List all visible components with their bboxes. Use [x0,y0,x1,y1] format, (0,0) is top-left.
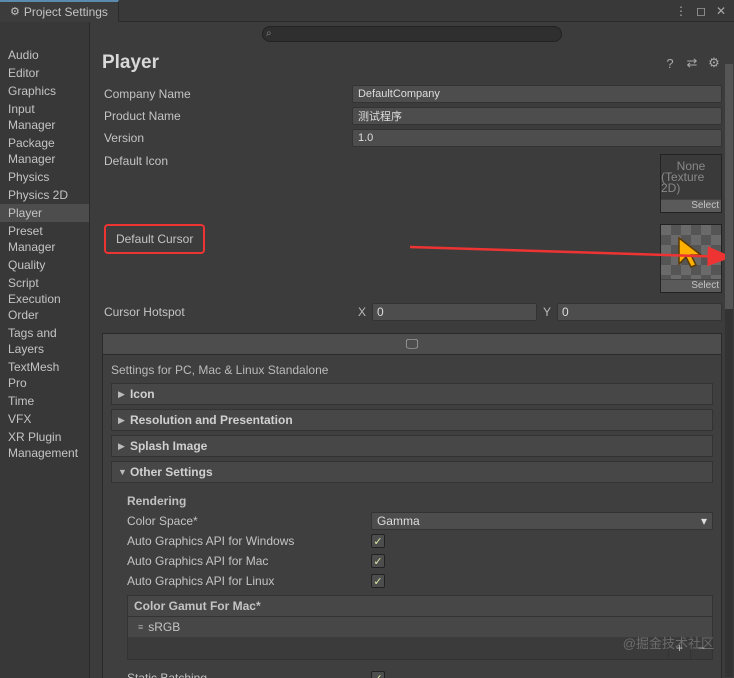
default-cursor-label: Default Cursor [104,224,205,254]
drag-handle-icon[interactable]: ≡ [138,624,142,630]
close-icon[interactable]: ✕ [714,4,728,18]
help-icon[interactable]: ? [662,55,678,71]
sidebar-item-player[interactable]: Player [0,204,89,222]
platform-tabbar[interactable]: 🖵 [102,333,722,355]
sidebar-item-physics-2d[interactable]: Physics 2D [0,186,89,204]
y-label: Y [543,305,551,319]
chevron-right-icon: ▶ [118,389,128,400]
panel-header: Player ? ⇄ ⚙ [90,46,734,84]
color-space-label: Color Space* [127,514,371,528]
sidebar-item-preset-manager[interactable]: Preset Manager [0,222,89,256]
x-label: X [358,305,366,319]
sidebar-item-vfx[interactable]: VFX [0,410,89,428]
search-input[interactable] [262,26,562,42]
default-cursor-select[interactable]: Select [661,279,721,292]
company-name-input[interactable] [352,85,722,103]
hotspot-y-input[interactable] [557,303,722,321]
default-icon-select[interactable]: Select [661,199,721,212]
platform-settings-title: Settings for PC, Mac & Linux Standalone [111,361,713,383]
page-title: Player [102,52,159,74]
search-icon: ⌕ [266,28,272,39]
sidebar-item-package-manager[interactable]: Package Manager [0,134,89,168]
foldout-icon[interactable]: ▶ Icon [111,383,713,405]
hotspot-x-input[interactable] [372,303,537,321]
sidebar-item-graphics[interactable]: Graphics [0,82,89,100]
default-icon-slot[interactable]: None (Texture 2D) Select [660,154,722,213]
gear-icon: ⚙ [10,5,20,18]
sidebar-item-time[interactable]: Time [0,392,89,410]
foldout-other[interactable]: ▼ Other Settings [111,461,713,483]
auto-api-linux-label: Auto Graphics API for Linux [127,574,371,588]
version-input[interactable] [352,129,722,147]
type-text: (Texture 2D) [661,172,721,194]
cursor-hotspot-label: Cursor Hotspot [102,305,352,319]
rendering-heading: Rendering [127,494,713,508]
auto-api-linux-checkbox[interactable]: ✓ [371,574,385,588]
main-panel: ⌕ Player ? ⇄ ⚙ Company Name Product Name [90,22,734,678]
default-icon-label: Default Icon [102,154,352,168]
settings-icon[interactable]: ⚙ [706,55,722,71]
sidebar-item-quality[interactable]: Quality [0,256,89,274]
sidebar-item-tags-and-layers[interactable]: Tags and Layers [0,324,89,358]
sidebar: AudioEditorGraphicsInput ManagerPackage … [0,22,90,678]
auto-api-mac-label: Auto Graphics API for Mac [127,554,371,568]
cursor-arrow-icon [673,234,709,270]
version-label: Version [102,131,352,145]
menu-icon[interactable]: ⋮ [674,4,688,18]
chevron-down-icon: ▼ [118,467,128,477]
static-batching-label: Static Batching [127,671,371,678]
window-title: Project Settings [24,5,108,19]
maximize-icon[interactable]: ◻ [694,4,708,18]
static-batching-checkbox[interactable]: ✓ [371,671,385,678]
auto-api-mac-checkbox[interactable]: ✓ [371,554,385,568]
color-space-select[interactable]: Gamma ▾ [371,512,713,530]
sidebar-item-editor[interactable]: Editor [0,64,89,82]
sidebar-item-script-execution-order[interactable]: Script Execution Order [0,274,89,324]
chevron-right-icon: ▶ [118,441,128,452]
auto-api-win-label: Auto Graphics API for Windows [127,534,371,548]
product-name-input[interactable] [352,107,722,125]
chevron-down-icon: ▾ [701,514,707,528]
scrollbar[interactable] [725,64,733,677]
foldout-resolution[interactable]: ▶ Resolution and Presentation [111,409,713,431]
sidebar-item-audio[interactable]: Audio [0,46,89,64]
color-gamut-header: Color Gamut For Mac* [128,596,712,617]
auto-api-win-checkbox[interactable]: ✓ [371,534,385,548]
sidebar-item-xr-plugin-management[interactable]: XR Plugin Management [0,428,89,462]
sidebar-item-physics[interactable]: Physics [0,168,89,186]
default-cursor-slot[interactable]: Select [660,224,722,293]
sidebar-item-input-manager[interactable]: Input Manager [0,100,89,134]
titlebar: ⚙ Project Settings ⋮ ◻ ✕ [0,0,734,22]
window-tab[interactable]: ⚙ Project Settings [0,0,119,22]
chevron-right-icon: ▶ [118,415,128,426]
foldout-splash[interactable]: ▶ Splash Image [111,435,713,457]
product-name-label: Product Name [102,109,352,123]
monitor-icon: 🖵 [406,336,419,352]
watermark: @掘金技术社区 [623,633,714,652]
company-name-label: Company Name [102,87,352,101]
sidebar-item-textmesh-pro[interactable]: TextMesh Pro [0,358,89,392]
preset-icon[interactable]: ⇄ [684,55,700,71]
